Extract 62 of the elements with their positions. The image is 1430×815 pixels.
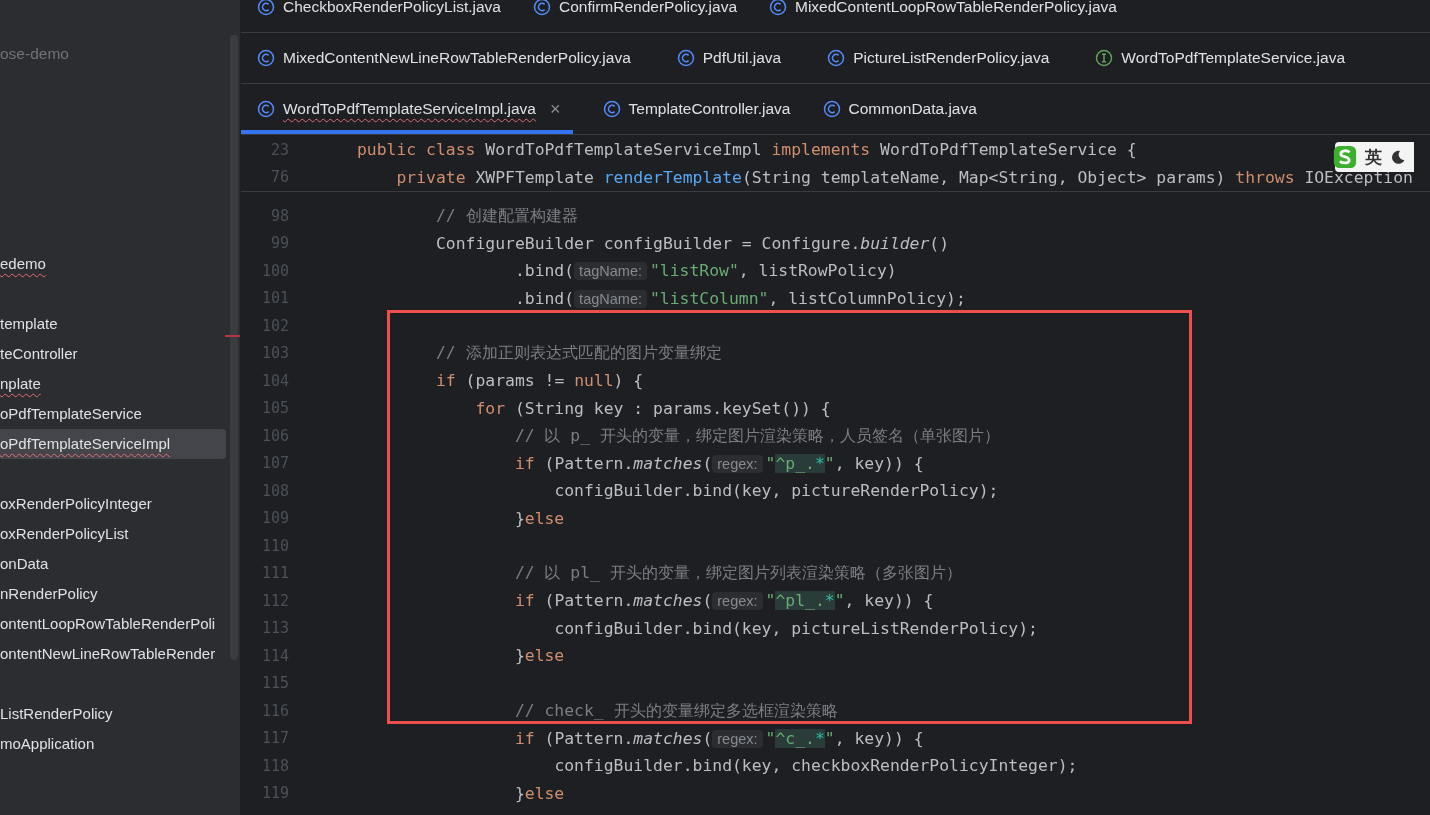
code-line: configBuilder.bind(key, pictureRenderPolicy); <box>554 481 999 501</box>
class-icon <box>257 100 275 118</box>
ime-logo-icon <box>1333 145 1357 169</box>
code-line: if (params != null) { <box>435 371 644 391</box>
tree-item[interactable]: template <box>0 309 226 339</box>
code-line: }else <box>514 508 565 528</box>
class-icon <box>602 100 621 118</box>
file-tab[interactable]: MixedContentNewLineRowTableRenderPolicy.java <box>255 33 633 83</box>
code-line: if (Pattern.matches( regex: "^c_.*", key)) { <box>514 728 924 748</box>
file-tab[interactable]: ConfirmRenderPolicy.java <box>530 0 739 32</box>
code-line: // check_ 开头的变量绑定多选框渲染策略 <box>514 699 838 722</box>
error-marker <box>225 335 240 337</box>
class-icon <box>532 0 551 16</box>
code-line: ConfigureBuilder configBuilder = Configure.builder() <box>435 233 950 253</box>
input-method-widget[interactable]: 英 <box>1335 142 1414 172</box>
tree-item[interactable]: edemo <box>0 249 226 279</box>
code-line: // 创建配置构建器 <box>435 204 578 227</box>
tree-item[interactable]: ontentLoopRowTableRenderPoli <box>0 609 226 639</box>
tree-item[interactable]: teController <box>0 339 226 369</box>
file-tab[interactable]: TemplateController.java <box>600 84 793 134</box>
class-icon <box>822 100 841 118</box>
tree-item[interactable]: nplate <box>0 369 226 399</box>
code-line: .bind( tagName: "listRow", listRowPolicy) <box>514 261 897 281</box>
code-line: }else <box>514 646 565 666</box>
tree-item[interactable]: nRenderPolicy <box>0 579 226 609</box>
tree-item[interactable]: moApplication <box>0 729 226 759</box>
code-line: configBuilder.bind(key, pictureListRenderPolicy); <box>554 618 1038 638</box>
close-icon[interactable]: × <box>550 98 561 120</box>
class-icon <box>257 0 275 16</box>
tree-item[interactable]: oPdfTemplateServiceImpl <box>0 429 226 459</box>
file-tab[interactable]: WordToPdfTemplateServiceImpl.java × <box>241 84 573 134</box>
tree-item[interactable]: ontentNewLineRowTableRender <box>0 639 226 669</box>
tree-item[interactable]: oxRenderPolicyInteger <box>0 489 226 519</box>
class-icon <box>769 0 787 16</box>
code-line: if (Pattern.matches( regex: "^p_.*", key)) { <box>514 453 924 473</box>
code-line: // 以 pl_ 开头的变量，绑定图片列表渲染策略（多张图片） <box>514 562 962 585</box>
ime-mode-label: 英 <box>1365 145 1382 169</box>
scrollbar[interactable] <box>230 35 238 660</box>
project-name: ose-demo <box>0 44 70 64</box>
file-tab[interactable]: CommonData.java <box>820 84 979 134</box>
class-icon <box>676 49 695 67</box>
file-tab[interactable]: CheckboxRenderPolicyList.java <box>255 0 503 32</box>
code-line: }else <box>514 783 565 803</box>
moon-icon <box>1390 149 1406 165</box>
tree-item[interactable]: ListRenderPolicy <box>0 699 226 729</box>
class-icon <box>257 49 275 67</box>
tree-item[interactable]: onData <box>0 549 226 579</box>
code-line: if (Pattern.matches( regex: "^pl_.*", key)) { <box>514 591 934 611</box>
code-line: configBuilder.bind(key, checkboxRenderPolicyInteger); <box>554 756 1078 776</box>
file-tab[interactable]: PictureListRenderPolicy.java <box>825 33 1052 83</box>
code-line: // 以 p_ 开头的变量，绑定图片渲染策略，人员签名（单张图片） <box>514 424 1000 447</box>
code-line: // 添加正则表达式匹配的图片变量绑定 <box>435 342 722 365</box>
class-icon <box>827 49 846 67</box>
code-line: for (String key : params.keySet()) { <box>475 398 831 418</box>
code-line: .bind( tagName: "listColumn", listColumnPolicy); <box>514 288 966 308</box>
code-line: public class WordToPdfTemplateServiceImpl implements WordToPdfTemplateService { <box>357 140 1137 160</box>
file-tab[interactable]: MixedContentLoopRowTableRenderPolicy.java <box>767 0 1119 32</box>
file-tab[interactable]: PdfUtil.java <box>674 33 784 83</box>
tree-item[interactable]: oPdfTemplateService <box>0 399 226 429</box>
file-tab[interactable]: WordToPdfTemplateService.java <box>1093 33 1348 83</box>
tree-item[interactable]: oxRenderPolicyList <box>0 519 226 549</box>
interface-icon <box>1095 49 1114 67</box>
